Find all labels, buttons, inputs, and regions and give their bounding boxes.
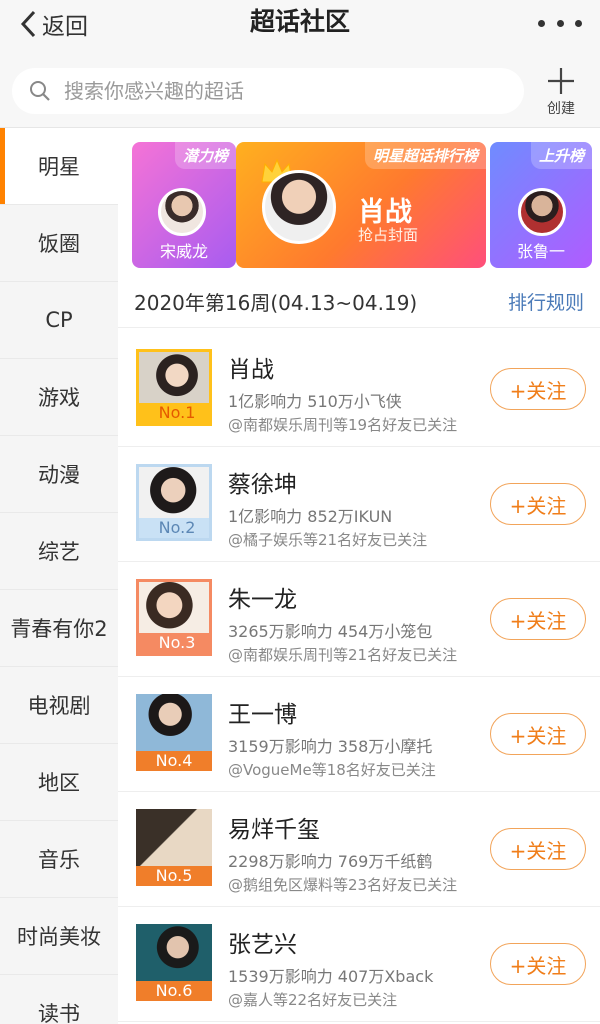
search-icon [30,81,50,101]
sidebar-item-anime[interactable]: 动漫 [0,436,118,513]
friends-followed: @VogueMe等18名好友已关注 [228,761,436,779]
list-item[interactable]: No.5 易烊千玺 2298万影响力 769万千纸鹤 @鹅组免区爆料等23名好友… [118,792,600,907]
follow-button[interactable]: +关注 [490,483,586,525]
friends-followed: @南都娱乐周刊等21名好友已关注 [228,646,458,664]
list-item[interactable]: No.4 王一博 3159万影响力 358万小摩托 @VogueMe等18名好友… [118,677,600,792]
poster-image [136,809,212,867]
star-name: 易烊千玺 [228,817,320,843]
sidebar-item-stars[interactable]: 明星 [0,128,118,205]
more-dot-icon [538,19,545,27]
avatar [139,352,209,410]
star-name: 肖战 [228,357,274,383]
follow-button[interactable]: +关注 [490,828,586,870]
sidebar-item-fashion[interactable]: 时尚美妆 [0,898,118,975]
search-box[interactable] [12,68,524,114]
thumbnail: No.5 [136,809,212,886]
avatar [262,170,336,244]
category-sidebar: 明星 饭圈 CP 游戏 动漫 综艺 青春有你2 电视剧 地区 音乐 时尚美妆 读… [0,128,118,1024]
rank-badge: No.5 [136,866,212,886]
rank-badge: No.4 [136,751,212,771]
sidebar-item-fan-circle[interactable]: 饭圈 [0,205,118,282]
top-nav-bar: 返回 超话社区 [0,0,600,48]
page-title: 超话社区 [249,7,350,36]
friends-followed: @南都娱乐周刊等19名好友已关注 [228,416,458,434]
rank-badge: No.1 [139,403,209,423]
search-input[interactable] [64,79,484,103]
sidebar-item-tv-series[interactable]: 电视剧 [0,667,118,744]
star-name: 蔡徐坤 [228,472,297,498]
rank-badge: No.3 [139,633,209,653]
sidebar-item-music[interactable]: 音乐 [0,821,118,898]
avatar [139,582,209,640]
avatar [136,924,212,982]
rank-badge: No.6 [136,981,212,1001]
star-ranking-card[interactable]: 明星超话排行榜 肖战 抢占封面 [236,142,486,268]
star-stats: 1亿影响力 852万IKUN [228,507,393,526]
rank-badge: No.2 [139,518,209,538]
thumbnail: No.4 [136,694,212,771]
list-item[interactable]: No.2 蔡徐坤 1亿影响力 852万IKUN @橘子娱乐等21名好友已关注 +… [118,447,600,562]
rising-ranking-card[interactable]: 上升榜 张鲁一 [490,142,592,268]
avatar [158,188,206,236]
star-name: 朱一龙 [228,587,297,613]
friends-followed: @橘子娱乐等21名好友已关注 [228,531,428,549]
more-dot-icon [575,19,582,27]
follow-button[interactable]: +关注 [490,713,586,755]
search-row: 创建 [0,48,600,128]
card-tag: 上升榜 [530,142,592,169]
sidebar-item-variety[interactable]: 综艺 [0,513,118,590]
ranking-banner: 潜力榜 宋威龙 明星超话排行榜 肖战 抢占封面 上升榜 张鲁一 [132,142,592,268]
sidebar-item-books[interactable]: 读书 [0,975,118,1024]
thumbnail: No.6 [136,924,212,1001]
week-row: 2020年第16周(04.13~04.19) 排行规则 [118,276,600,328]
star-stats: 1539万影响力 407万Xback [228,967,434,986]
potential-ranking-card[interactable]: 潜力榜 宋威龙 [132,142,236,268]
thumbnail: No.3 [136,579,212,656]
follow-button[interactable]: +关注 [490,598,586,640]
star-stats: 3159万影响力 358万小摩托 [228,737,433,756]
more-options-button[interactable] [538,10,582,36]
follow-button[interactable]: +关注 [490,368,586,410]
plus-icon [548,68,574,94]
avatar [518,188,566,236]
avatar [139,467,209,525]
friends-followed: @嘉人等22名好友已关注 [228,991,398,1009]
star-name: 王一博 [228,702,297,728]
list-item[interactable]: No.3 朱一龙 3265万影响力 454万小笼包 @南都娱乐周刊等21名好友已… [118,562,600,677]
thumbnail: No.1 [136,349,212,426]
list-item[interactable]: No.1 肖战 1亿影响力 510万小飞侠 @南都娱乐周刊等19名好友已关注 +… [118,332,600,447]
star-stats: 1亿影响力 510万小飞侠 [228,392,402,411]
sidebar-item-games[interactable]: 游戏 [0,359,118,436]
star-name: 张艺兴 [228,932,297,958]
more-dot-icon [556,19,564,27]
card-subtitle: 抢占封面 [358,226,419,244]
create-button[interactable]: 创建 [536,66,586,118]
star-stats: 3265万影响力 454万小笼包 [228,622,433,641]
follow-button[interactable]: +关注 [490,943,586,985]
week-label: 2020年第16周(04.13~04.19) [134,291,418,315]
sidebar-item-cp[interactable]: CP [0,282,118,359]
create-label: 创建 [547,101,575,117]
ranking-rules-link[interactable]: 排行规则 [508,288,584,315]
card-tag: 明星超话排行榜 [364,142,486,169]
card-tag: 潜力榜 [174,142,236,169]
friends-followed: @鹅组免区爆料等23名好友已关注 [228,876,458,894]
main-content: 潜力榜 宋威龙 明星超话排行榜 肖战 抢占封面 上升榜 张鲁一 2020年第16… [118,128,600,1024]
ranking-list: No.1 肖战 1亿影响力 510万小飞侠 @南都娱乐周刊等19名好友已关注 +… [118,332,600,1022]
list-item[interactable]: No.6 张艺兴 1539万影响力 407万Xback @嘉人等22名好友已关注… [118,907,600,1022]
thumbnail: No.2 [136,464,212,541]
card-name: 张鲁一 [516,242,565,261]
sidebar-item-youth-with-you[interactable]: 青春有你2 [0,590,118,667]
sidebar-item-region[interactable]: 地区 [0,744,118,821]
star-stats: 2298万影响力 769万千纸鹤 [228,852,433,871]
avatar [136,694,212,752]
card-name: 宋威龙 [159,242,208,261]
